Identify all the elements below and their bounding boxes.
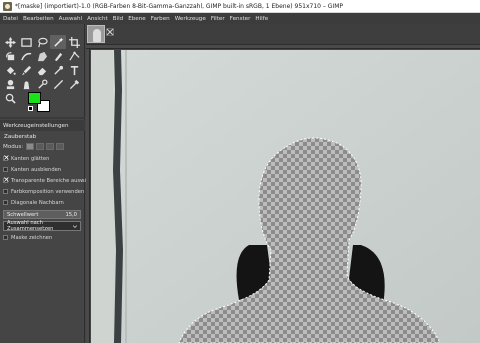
text-tool-icon[interactable] xyxy=(66,63,82,77)
eraser-tool-icon[interactable] xyxy=(34,63,50,77)
diagonal-neighbors-checkbox[interactable] xyxy=(3,200,8,205)
tool-options-tab[interactable]: Werkzeugeinstellungen xyxy=(0,120,85,131)
menu-ebene[interactable]: Ebene xyxy=(128,16,146,22)
threshold-slider[interactable]: Schwellwert 15,0 xyxy=(3,210,81,219)
option-label: Maske zeichnen xyxy=(11,234,53,241)
heal-tool-icon[interactable] xyxy=(50,49,66,63)
color-picker-tool-icon[interactable] xyxy=(66,77,82,91)
photo-with-transparent-selection xyxy=(91,50,480,343)
image-canvas[interactable] xyxy=(91,50,480,343)
threshold-label: Schwellwert xyxy=(7,211,39,218)
feather-checkbox[interactable] xyxy=(3,167,8,172)
image-window xyxy=(86,24,480,343)
mode-row: Modus: xyxy=(3,143,66,150)
menu-hilfe[interactable]: Hilfe xyxy=(255,16,268,22)
close-image-icon[interactable] xyxy=(106,28,114,36)
vertical-ruler[interactable] xyxy=(86,49,90,343)
warp-tool-icon[interactable] xyxy=(18,49,34,63)
option-label: Farbkomposition verwenden xyxy=(11,188,85,195)
foreground-color-swatch[interactable] xyxy=(28,92,41,104)
rect-select-tool-icon[interactable] xyxy=(18,35,34,49)
mode-subtract-button[interactable] xyxy=(46,143,55,150)
fuzzy-select-tool-icon[interactable] xyxy=(50,35,66,49)
select-by-value: Auswahl nach Zusammensetzen xyxy=(7,220,54,232)
rotate-tool-icon[interactable] xyxy=(2,49,18,63)
window-title: *[maske] (importiert)-1.0 (RGB-Farben 8-… xyxy=(15,2,343,10)
horizontal-ruler[interactable] xyxy=(86,45,480,49)
option-feather[interactable]: Kanten ausblenden xyxy=(3,165,61,174)
bucket-fill-tool-icon[interactable] xyxy=(2,63,18,77)
clone-tool-icon[interactable] xyxy=(2,77,18,91)
crop-tool-icon[interactable] xyxy=(66,35,82,49)
lasso-tool-icon[interactable] xyxy=(34,35,50,49)
option-label: Kanten ausblenden xyxy=(11,166,62,173)
sample-merged-checkbox[interactable] xyxy=(3,189,8,194)
chevron-down-icon xyxy=(73,224,77,228)
menu-bild[interactable]: Bild xyxy=(113,16,124,22)
paths-tool-icon[interactable] xyxy=(66,49,82,63)
move-tool-icon[interactable] xyxy=(2,35,18,49)
tool-options-title: Zauberstab xyxy=(4,134,37,140)
option-sample-merged[interactable]: Farbkomposition verwenden xyxy=(3,187,84,196)
antialias-checkbox[interactable] xyxy=(3,153,10,162)
cage-tool-icon[interactable] xyxy=(34,49,50,63)
mode-intersect-button[interactable] xyxy=(56,143,65,150)
mode-add-button[interactable] xyxy=(36,143,45,150)
menu-bearbeiten[interactable]: Bearbeiten xyxy=(23,16,54,22)
menu-datei[interactable]: Datei xyxy=(3,16,18,22)
menu-filter[interactable]: Filter xyxy=(211,16,225,22)
image-tab-thumbnail[interactable] xyxy=(87,25,105,43)
menu-farben[interactable]: Farben xyxy=(151,16,170,22)
tool-options-header: Werkzeugeinstellungen xyxy=(3,122,69,129)
gimp-window: *[maske] (importiert)-1.0 (RGB-Farben 8-… xyxy=(0,0,480,343)
menu-bar: Datei Bearbeiten Auswahl Ansicht Bild Eb… xyxy=(0,13,480,24)
dodge-tool-icon[interactable] xyxy=(34,77,50,91)
option-antialias[interactable]: Kanten glätten xyxy=(3,153,50,163)
zoom-tool-icon[interactable] xyxy=(2,91,18,105)
title-bar: *[maske] (importiert)-1.0 (RGB-Farben 8-… xyxy=(0,0,480,13)
thumbnail-preview xyxy=(93,29,101,42)
smudge-tool-icon[interactable] xyxy=(18,77,34,91)
menu-werkzeuge[interactable]: Werkzeuge xyxy=(175,16,206,22)
mode-replace-button[interactable] xyxy=(26,143,35,150)
reset-colors-icon[interactable] xyxy=(28,106,33,111)
draw-mask-checkbox[interactable] xyxy=(3,235,8,240)
option-label: Kanten glätten xyxy=(11,155,50,162)
menu-fenster[interactable]: Fenster xyxy=(230,16,251,22)
mode-label: Modus: xyxy=(3,143,24,150)
airbrush-tool-icon[interactable] xyxy=(50,63,66,77)
menu-ansicht[interactable]: Ansicht xyxy=(87,16,108,22)
select-by-dropdown[interactable]: Auswahl nach Zusammensetzen xyxy=(3,220,81,232)
gimp-app-icon xyxy=(3,1,12,11)
measure-tool-icon[interactable] xyxy=(50,77,66,91)
option-draw-mask[interactable]: Maske zeichnen xyxy=(3,233,52,242)
menu-auswahl[interactable]: Auswahl xyxy=(59,16,82,22)
image-tabs xyxy=(86,24,480,45)
threshold-value: 15,0 xyxy=(65,211,77,218)
option-select-transparent[interactable]: Transparente Bereiche auswählen xyxy=(3,175,99,185)
color-selector xyxy=(28,92,54,114)
toolbox-panel: Werkzeugeinstellungen Zauberstab Modus: … xyxy=(0,24,99,343)
option-diagonal-neighbors[interactable]: Diagonale Nachbarn xyxy=(3,198,64,207)
select-transparent-checkbox[interactable] xyxy=(3,175,10,184)
divider xyxy=(0,117,85,119)
paintbrush-tool-icon[interactable] xyxy=(18,63,34,77)
option-label: Diagonale Nachbarn xyxy=(11,199,64,206)
